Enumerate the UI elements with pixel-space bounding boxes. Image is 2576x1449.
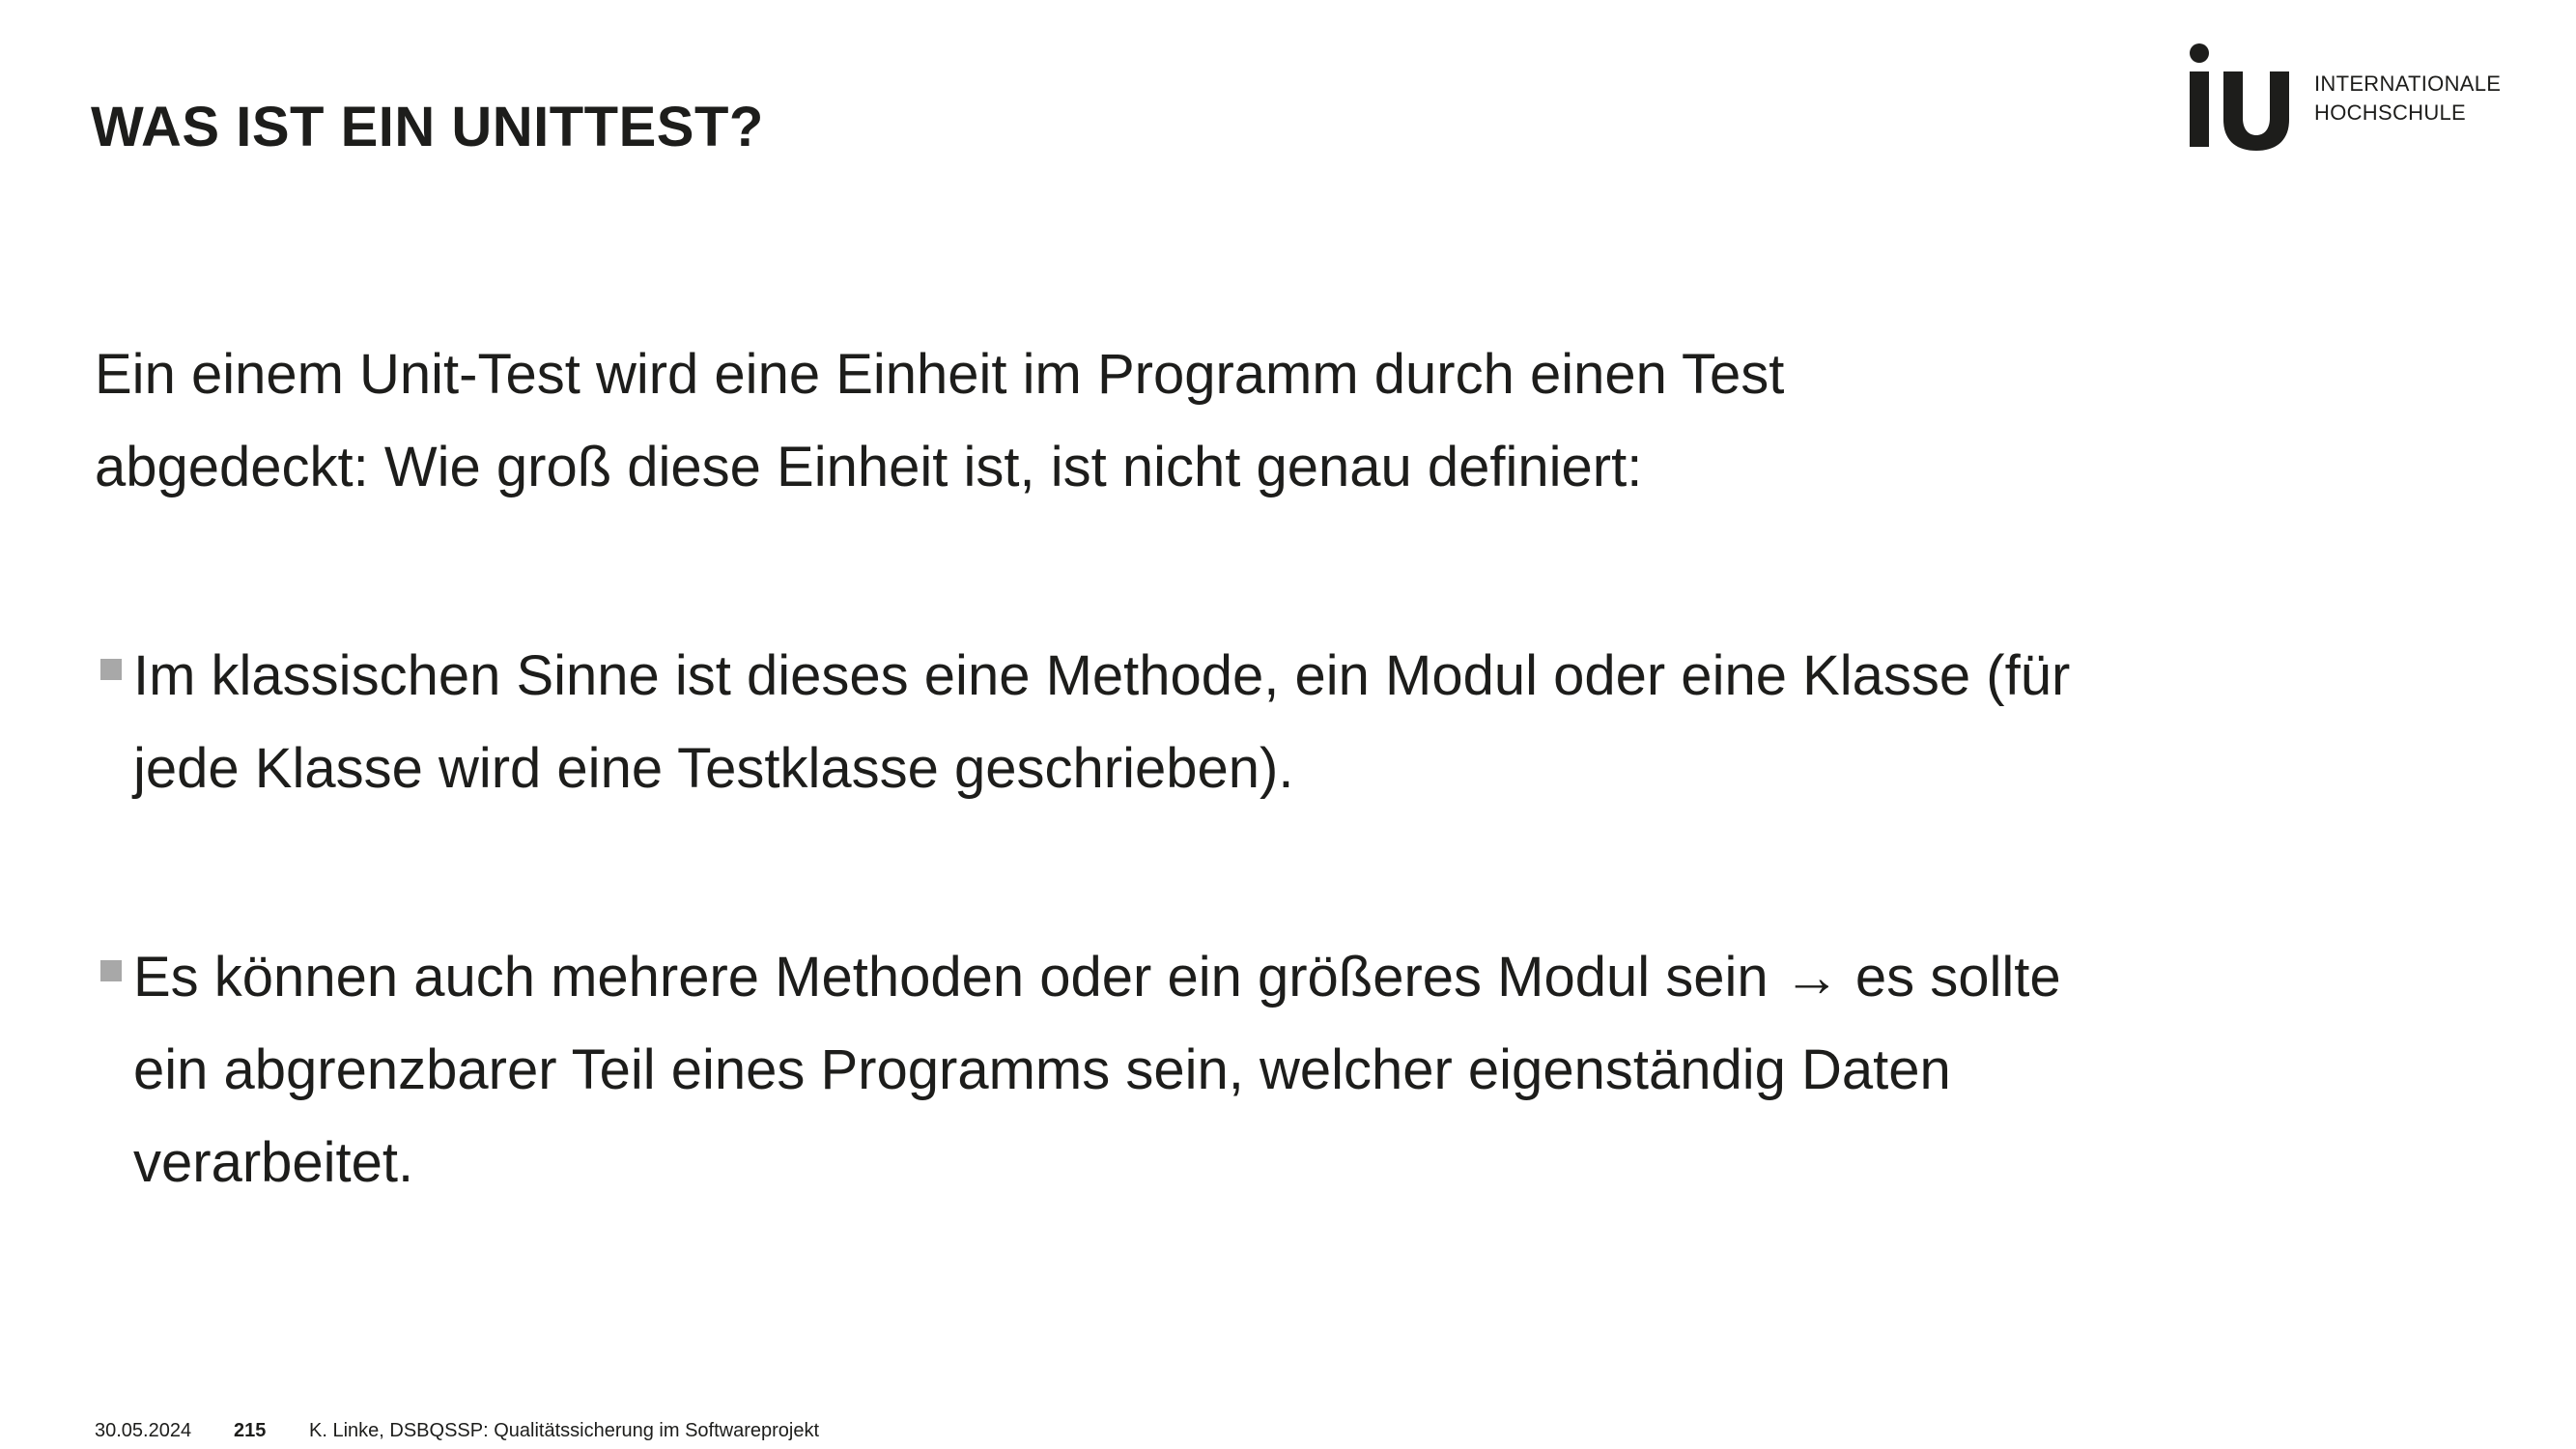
- bullet-2-line-1: Es können auch mehrere Methoden oder ein…: [133, 946, 2061, 1009]
- bullet-2-line-2: ein abgrenzbarer Teil eines Programms se…: [133, 1038, 1951, 1101]
- slide-footer: 30.05.2024 215 K. Linke, DSBQSSP: Qualität…: [95, 1418, 819, 1443]
- intro-line-2: abgedeckt: Wie groß diese Einheit ist, i…: [95, 436, 1643, 498]
- bullet-2-line-3: verarbeitet.: [133, 1131, 414, 1194]
- bullet-list: Im klassischen Sinne ist dieses eine Met…: [95, 630, 2258, 1325]
- intro-paragraph: Ein einem Unit-Test wird eine Einheit im…: [95, 328, 2220, 514]
- iu-logo-mark: [2190, 43, 2289, 151]
- logo-wordmark: INTERNATIONALE HOCHSCHULE: [2314, 70, 2501, 128]
- square-bullet-icon: [100, 960, 122, 981]
- logo-line-1: INTERNATIONALE: [2314, 71, 2502, 96]
- footer-page-number: 215: [234, 1420, 267, 1441]
- square-bullet-icon: [100, 659, 122, 680]
- intro-line-1: Ein einem Unit-Test wird eine Einheit im…: [95, 343, 1785, 406]
- bullet-item: Es können auch mehrere Methoden oder ein…: [95, 931, 2258, 1209]
- logo-line-2: HOCHSCHULE: [2314, 100, 2467, 125]
- iu-logo: INTERNATIONALE HOCHSCHULE: [2185, 39, 2513, 155]
- footer-date: 30.05.2024: [95, 1420, 192, 1441]
- footer-course: DSBQSSP: Qualitätssicherung im Softwarep…: [389, 1420, 820, 1441]
- slide-title: WAS IST EIN UNITTEST?: [91, 96, 764, 158]
- footer-author: K. Linke,: [309, 1420, 390, 1441]
- bullet-1-line-2: jede Klasse wird eine Testklasse geschri…: [133, 737, 1294, 800]
- bullet-item: Im klassischen Sinne ist dieses eine Met…: [95, 630, 2258, 815]
- bullet-1-line-1: Im klassischen Sinne ist dieses eine Met…: [133, 644, 2071, 707]
